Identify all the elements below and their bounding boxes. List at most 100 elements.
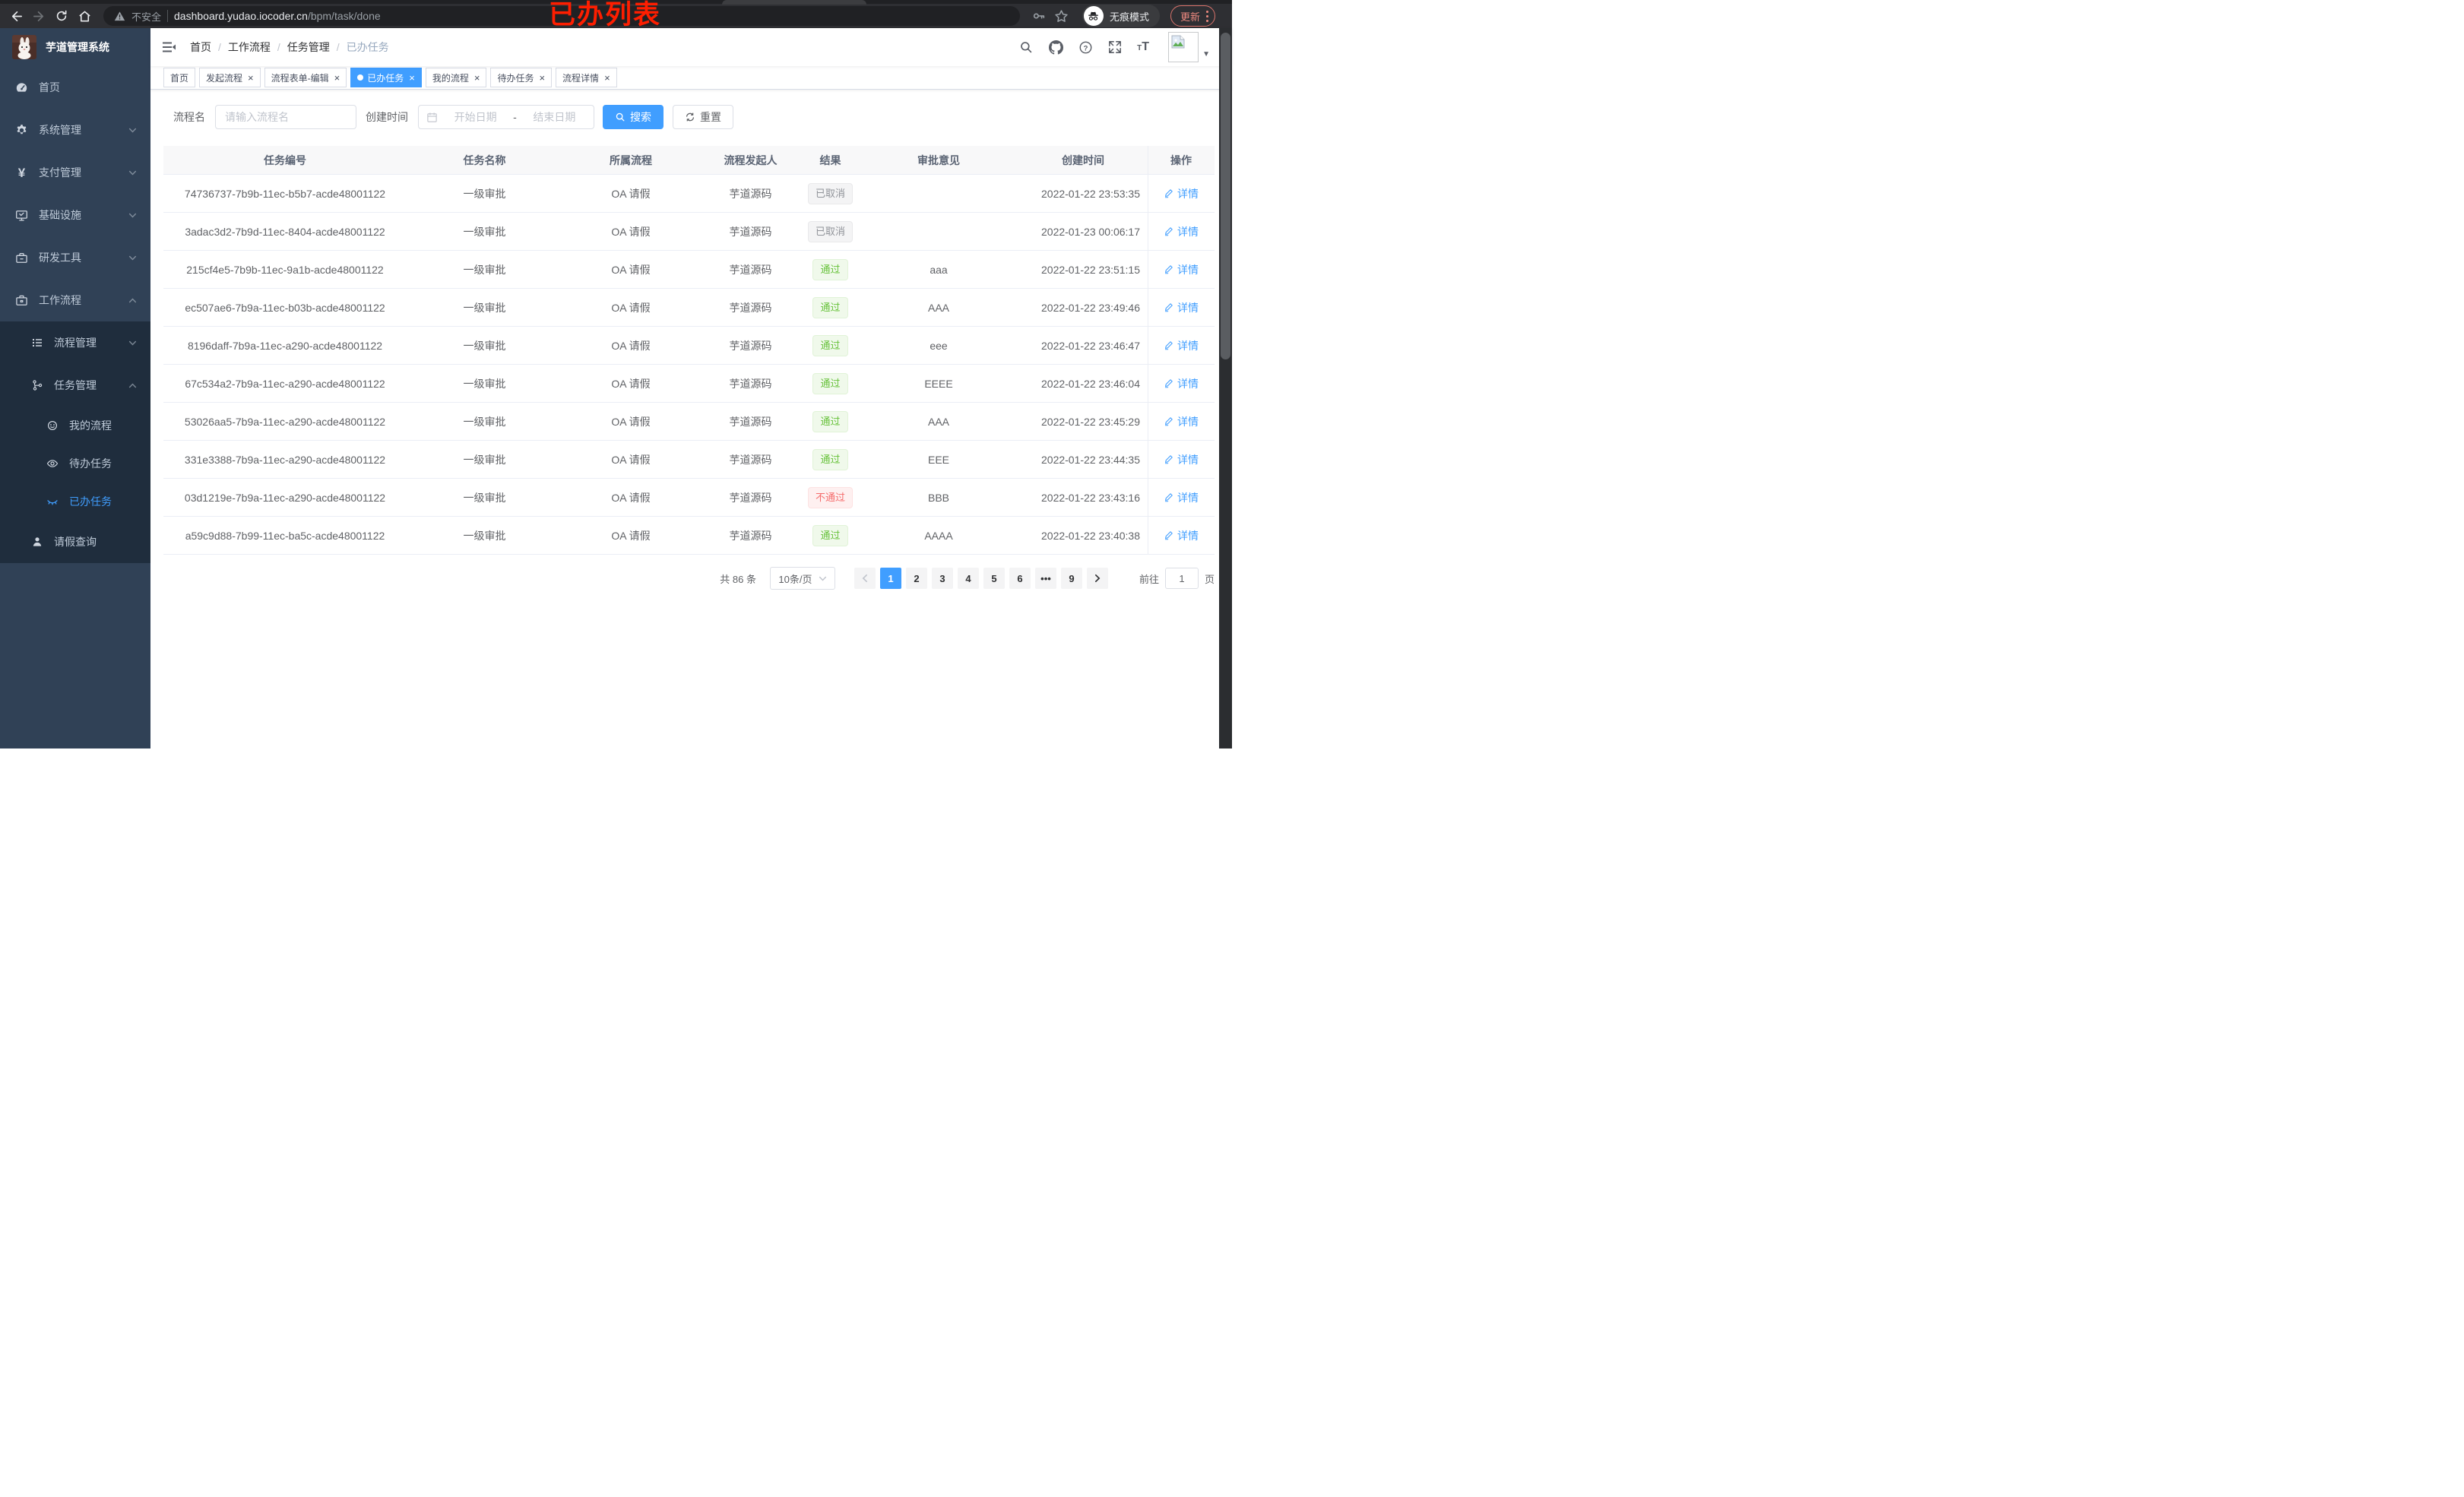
next-page-button[interactable] — [1086, 568, 1108, 589]
browser-forward-button[interactable] — [29, 6, 49, 26]
help-icon[interactable]: ? — [1078, 40, 1093, 55]
detail-link[interactable]: 详情 — [1164, 528, 1199, 543]
sidebar-toggle-button[interactable] — [161, 40, 184, 55]
sidebar-item-label: 待办任务 — [69, 457, 112, 470]
detail-link[interactable]: 详情 — [1164, 300, 1199, 315]
browser-update-button[interactable]: 更新 — [1170, 5, 1215, 27]
close-icon[interactable]: × — [603, 73, 610, 83]
breadcrumb-item[interactable]: 首页 — [190, 40, 211, 55]
github-icon[interactable] — [1048, 40, 1063, 55]
close-icon[interactable]: × — [333, 73, 340, 83]
bookmark-star-icon[interactable] — [1052, 6, 1072, 26]
close-icon[interactable]: × — [407, 73, 415, 83]
fullscreen-icon[interactable] — [1107, 40, 1123, 55]
sidebar-item-done-tasks[interactable]: 已办任务 — [0, 483, 150, 521]
sidebar-item-devtools[interactable]: 研发工具 — [0, 236, 150, 279]
search-icon[interactable] — [1018, 40, 1034, 55]
page-button[interactable]: 2 — [905, 568, 927, 589]
url-divider — [167, 10, 169, 22]
sidebar-item-workflow[interactable]: 工作流程 — [0, 279, 150, 321]
sidebar-item-todo-tasks[interactable]: 待办任务 — [0, 445, 150, 483]
page-button[interactable]: 4 — [957, 568, 979, 589]
detail-link[interactable]: 详情 — [1164, 414, 1199, 429]
detail-link[interactable]: 详情 — [1164, 186, 1199, 201]
security-label[interactable]: 不安全 — [131, 9, 161, 24]
edit-pen-icon — [1164, 531, 1173, 540]
tab-todo-tasks[interactable]: 待办任务 × — [490, 68, 553, 87]
page-button[interactable]: 3 — [931, 568, 953, 589]
sidebar: 芋道管理系统 首页 系统管理 ¥ 支付管理 基础设施 研发工具 工作流程 流程管… — [0, 28, 150, 748]
tab-done-tasks[interactable]: 已办任务 × — [350, 68, 422, 87]
tab-my-process[interactable]: 我的流程 × — [425, 68, 487, 87]
goto-page-input[interactable] — [1164, 568, 1199, 589]
page-button[interactable]: 5 — [983, 568, 1005, 589]
edit-pen-icon — [1164, 189, 1173, 198]
close-icon[interactable]: × — [537, 73, 545, 83]
sidebar-item-home[interactable]: 首页 — [0, 66, 150, 109]
sidebar-item-system[interactable]: 系统管理 — [0, 109, 150, 151]
font-size-icon[interactable]: TT — [1137, 40, 1149, 54]
breadcrumb-item[interactable]: 任务管理 — [287, 40, 330, 55]
table-row: 215cf4e5-7b9b-11ec-9a1b-acde48001122 一级审… — [163, 251, 1215, 289]
sidebar-item-my-process[interactable]: 我的流程 — [0, 407, 150, 445]
process-name-input[interactable]: 请输入流程名 — [215, 105, 356, 129]
window-scrollbar[interactable] — [1219, 28, 1232, 748]
column-header: 任务编号 — [264, 153, 306, 166]
annotation-title: 已办列表 — [549, 0, 662, 30]
detail-link[interactable]: 详情 — [1164, 338, 1199, 353]
password-key-icon[interactable] — [1029, 6, 1049, 26]
chevron-down-icon — [128, 339, 137, 347]
search-button[interactable]: 搜索 — [603, 105, 664, 129]
detail-link[interactable]: 详情 — [1164, 224, 1199, 239]
detail-link[interactable]: 详情 — [1164, 262, 1199, 277]
workflow-submenu: 流程管理 任务管理 我的流程 待办任务 已办任务 请假查询 — [0, 321, 150, 563]
process-name: OA 请假 — [611, 187, 651, 200]
url-path: /bpm/task/done — [307, 10, 381, 22]
browser-reload-button[interactable] — [52, 6, 71, 26]
page-button[interactable]: 6 — [1009, 568, 1031, 589]
browser-back-button[interactable] — [6, 6, 26, 26]
user-avatar[interactable]: ▼ — [1168, 32, 1210, 62]
page-button[interactable]: 9 — [1060, 568, 1082, 589]
create-time: 2022-01-22 23:53:35 — [1041, 187, 1140, 200]
more-pages-button[interactable]: ••• — [1034, 568, 1056, 589]
page-button[interactable]: 1 — [879, 568, 901, 589]
detail-link[interactable]: 详情 — [1164, 452, 1199, 467]
task-name: 一级审批 — [463, 491, 506, 504]
sidebar-item-task-management[interactable]: 任务管理 — [0, 364, 150, 407]
detail-link[interactable]: 详情 — [1164, 490, 1199, 505]
table-row: 3adac3d2-7b9d-11ec-8404-acde48001122 一级审… — [163, 213, 1215, 251]
sidebar-item-label: 支付管理 — [39, 166, 81, 179]
process-starter: 芋道源码 — [729, 225, 772, 238]
result-badge: 不通过 — [807, 486, 853, 508]
tab-start-process[interactable]: 发起流程 × — [199, 68, 261, 87]
tab-process-form-edit[interactable]: 流程表单-编辑 × — [264, 68, 347, 87]
approve-comment: aaa — [930, 263, 948, 276]
sidebar-item-process-management[interactable]: 流程管理 — [0, 321, 150, 364]
sidebar-item-payment[interactable]: ¥ 支付管理 — [0, 151, 150, 194]
tab-process-detail[interactable]: 流程详情 × — [556, 68, 617, 87]
date-range-input[interactable]: 开始日期 - 结束日期 — [418, 105, 594, 129]
result-badge: 通过 — [812, 410, 848, 432]
sidebar-item-label: 工作流程 — [39, 294, 81, 306]
sidebar-item-infrastructure[interactable]: 基础设施 — [0, 194, 150, 236]
close-icon[interactable]: × — [246, 73, 254, 83]
reset-button[interactable]: 重置 — [673, 105, 733, 129]
task-id: 67c534a2-7b9a-11ec-a290-acde48001122 — [185, 377, 385, 390]
incognito-label: 无痕模式 — [1109, 11, 1149, 23]
task-name: 一级审批 — [463, 529, 506, 542]
breadcrumb-item[interactable]: 工作流程 — [228, 40, 271, 55]
briefcase-icon — [15, 294, 28, 307]
url-text[interactable]: dashboard.yudao.iocoder.cn/bpm/task/done — [174, 10, 381, 22]
detail-link[interactable]: 详情 — [1164, 376, 1199, 391]
tab-home[interactable]: 首页 — [163, 68, 196, 87]
page-size-select[interactable]: 10条/页 — [769, 567, 835, 590]
sidebar-item-leave-query[interactable]: 请假查询 — [0, 521, 150, 563]
browser-menu-icon[interactable] — [1206, 10, 1208, 22]
chevron-down-icon[interactable]: ▼ — [1202, 50, 1210, 59]
list-icon — [30, 337, 43, 350]
scrollbar-thumb[interactable] — [1221, 33, 1230, 359]
browser-home-button[interactable] — [74, 6, 94, 26]
close-icon[interactable]: × — [473, 73, 480, 83]
prev-page-button[interactable] — [854, 568, 876, 589]
